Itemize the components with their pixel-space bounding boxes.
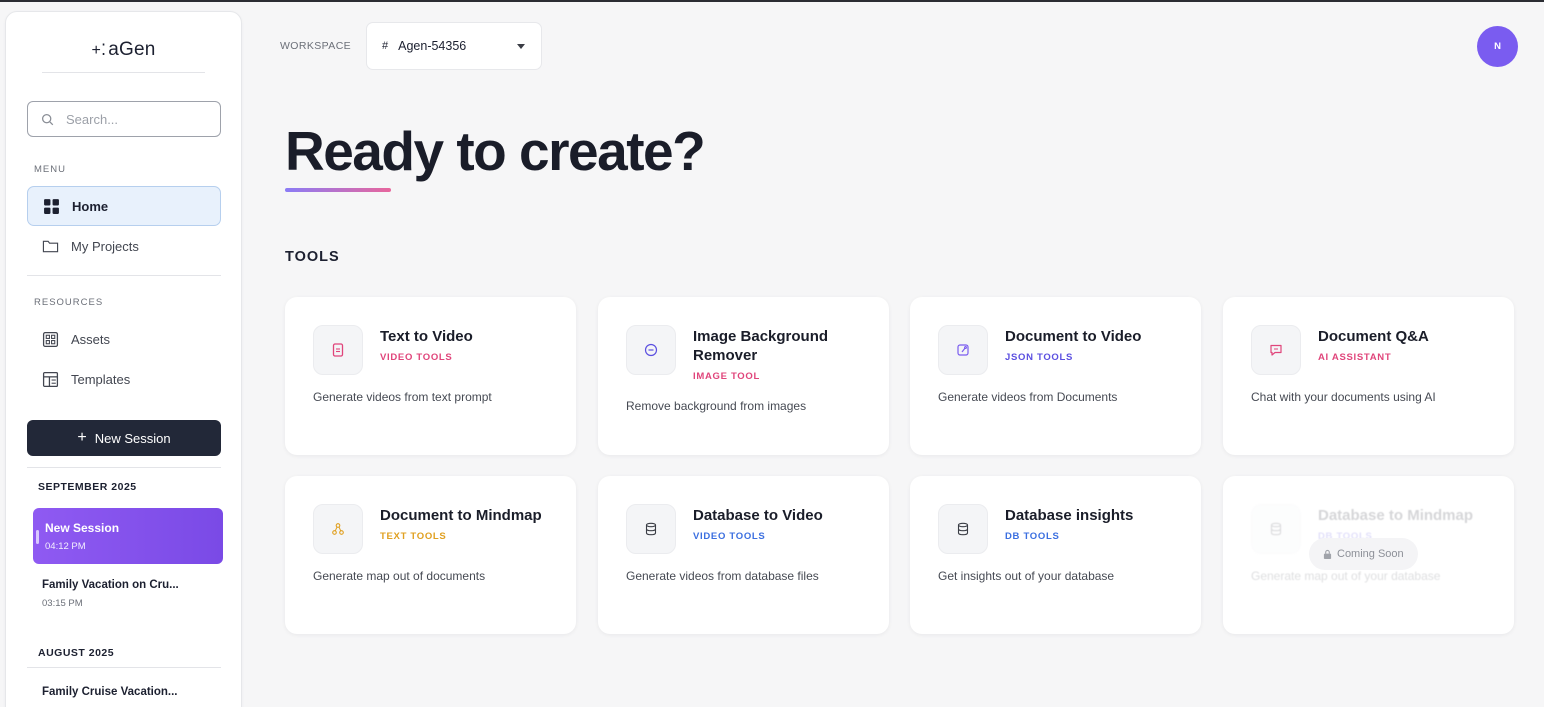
session-title: New Session [45,521,120,535]
session-title: Family Cruise Vacation... [42,686,178,698]
lock-icon [1323,549,1332,559]
logo[interactable]: +⁚ aGen [6,39,241,61]
card-category: JSON TOOLS [1005,352,1074,363]
card-description: Chat with your documents using AI [1251,390,1436,404]
tool-card-document-qa[interactable]: Document Q&A AI ASSISTANT Chat with your… [1223,297,1514,455]
card-title: Image Background Remover [693,328,829,364]
drag-handle[interactable] [36,530,39,544]
tools-section-label: TOOLS [285,249,340,265]
card-description: Generate videos from Documents [938,390,1118,404]
card-category: AI ASSISTANT [1318,352,1392,363]
workspace-select[interactable]: # Agen-54356 [366,22,542,70]
tool-card-database-insights[interactable]: Database insights DB TOOLS Get insights … [910,476,1201,634]
divider [27,467,221,468]
tool-card-document-to-video[interactable]: Document to Video JSON TOOLS Generate vi… [910,297,1201,455]
sidebar-item-label: Templates [71,371,131,387]
mindmap-icon [313,504,363,554]
tool-card-text-to-video[interactable]: Text to Video VIDEO TOOLS Generate video… [285,297,576,455]
sidebar-item-assets[interactable]: Assets [27,319,221,359]
workspace-value: Agen-54356 [398,39,467,53]
plus-icon: + [77,429,87,446]
card-description: Generate videos from database files [626,569,819,583]
search-input[interactable]: Search... [27,101,221,137]
search-icon [41,113,54,125]
hash-icon: # [382,40,389,52]
session-month-label: AUGUST 2025 [38,647,115,659]
sidebar-item-templates[interactable]: Templates [27,359,221,399]
card-title: Text to Video [380,328,473,345]
card-title: Document to Video [1005,328,1142,345]
new-session-button[interactable]: + New Session [27,420,221,456]
chat-icon [1251,325,1301,375]
tool-card-database-to-mindmap: Database to Mindmap DB TOOLS Generate ma… [1223,476,1514,634]
session-item[interactable]: Family Vacation on Cru... 03:15 PM [42,579,179,609]
card-category: VIDEO TOOLS [693,531,766,542]
assets-icon [42,331,59,347]
logo-text: aGen [108,39,156,60]
avatar[interactable]: N [1477,26,1518,67]
card-description: Generate map out of your database [1251,569,1441,583]
card-description: Remove background from images [626,399,807,413]
session-item[interactable]: Family Cruise Vacation... [42,686,178,698]
divider [27,275,221,276]
folder-icon [42,240,59,252]
search-placeholder: Search... [66,111,119,127]
database-icon [1251,504,1301,554]
sidebar-item-label: Assets [71,331,111,347]
sparkle-icon: +⁚ [91,42,107,59]
card-category: TEXT TOOLS [380,531,447,542]
resources-section-label: RESOURCES [34,297,104,308]
doc-edit-icon [938,325,988,375]
card-title: Database to Mindmap [1318,507,1474,524]
templates-icon [42,371,59,387]
database-icon [626,504,676,554]
grid-icon [44,198,59,214]
session-item-active[interactable]: New Session 04:12 PM [33,508,223,564]
page-title: Ready to create? [285,120,706,182]
card-category: IMAGE TOOL [693,371,760,382]
divider [42,72,205,73]
session-title: Family Vacation on Cru... [42,579,179,591]
remove-circle-icon [626,325,676,375]
divider [27,667,221,668]
tool-card-database-to-video[interactable]: Database to Video VIDEO TOOLS Generate v… [598,476,889,634]
document-icon [313,325,363,375]
session-time: 03:15 PM [42,598,83,609]
card-description: Generate map out of documents [313,569,486,583]
session-time: 04:12 PM [45,541,86,552]
card-title: Document to Mindmap [380,507,542,524]
tool-card-image-background-remover[interactable]: Image Background Remover IMAGE TOOL Remo… [598,297,889,455]
database-icon [938,504,988,554]
session-month-label: SEPTEMBER 2025 [38,481,137,493]
sidebar-item-label: Home [72,198,109,214]
chevron-down-icon [517,44,525,49]
card-title: Database insights [1005,507,1134,524]
card-category: VIDEO TOOLS [380,352,453,363]
sidebar-item-my-projects[interactable]: My Projects [27,226,221,266]
title-underline [285,188,391,192]
card-category: DB TOOLS [1005,531,1060,542]
sidebar: +⁚ aGen Search... MENU Home My Projects R… [5,11,242,707]
sidebar-item-label: My Projects [71,238,139,254]
coming-soon-badge: Coming Soon [1309,538,1418,570]
workspace-label: WORKSPACE [280,40,352,52]
tool-card-document-to-mindmap[interactable]: Document to Mindmap TEXT TOOLS Generate … [285,476,576,634]
card-title: Database to Video [693,507,823,524]
sidebar-item-home[interactable]: Home [27,186,221,226]
coming-soon-label: Coming Soon [1337,548,1404,560]
menu-section-label: MENU [34,164,66,175]
card-title: Document Q&A [1318,328,1429,345]
card-description: Generate videos from text prompt [313,390,492,404]
card-description: Get insights out of your database [938,569,1115,583]
new-session-label: New Session [94,430,171,446]
